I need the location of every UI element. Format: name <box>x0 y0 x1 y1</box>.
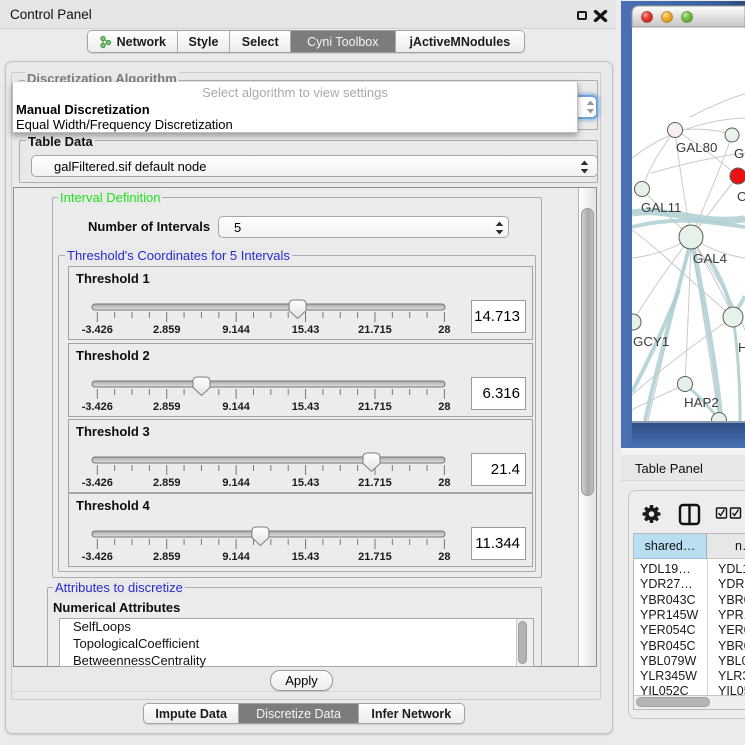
svg-text:2.859: 2.859 <box>153 401 181 413</box>
svg-text:28: 28 <box>438 477 450 489</box>
svg-text:-3.426: -3.426 <box>82 401 113 413</box>
svg-text:15.43: 15.43 <box>292 324 320 336</box>
svg-text:HAP2: HAP2 <box>684 395 719 410</box>
svg-text:9.144: 9.144 <box>222 477 250 489</box>
svg-text:9.144: 9.144 <box>222 551 250 563</box>
svg-text:H: H <box>738 340 745 355</box>
svg-text:21.715: 21.715 <box>358 551 392 563</box>
svg-text:15.43: 15.43 <box>292 551 320 563</box>
svg-text:2.859: 2.859 <box>153 477 181 489</box>
svg-text:21.715: 21.715 <box>358 324 392 336</box>
svg-text:C: C <box>737 189 745 204</box>
svg-text:9.144: 9.144 <box>222 324 250 336</box>
svg-text:2.859: 2.859 <box>153 324 181 336</box>
svg-text:GAL11: GAL11 <box>641 200 681 215</box>
svg-text:21.715: 21.715 <box>358 477 392 489</box>
svg-text:GCY1: GCY1 <box>633 334 669 349</box>
svg-text:-3.426: -3.426 <box>82 324 113 336</box>
svg-text:15.43: 15.43 <box>292 477 320 489</box>
svg-text:-3.426: -3.426 <box>82 477 113 489</box>
svg-text:GAL4: GAL4 <box>693 251 727 266</box>
svg-text:9.144: 9.144 <box>222 401 250 413</box>
svg-text:15.43: 15.43 <box>292 401 320 413</box>
svg-text:21.715: 21.715 <box>358 401 392 413</box>
svg-text:G: G <box>734 146 744 161</box>
svg-text:28: 28 <box>438 551 450 563</box>
svg-text:28: 28 <box>438 324 450 336</box>
svg-text:28: 28 <box>438 401 450 413</box>
svg-text:-3.426: -3.426 <box>82 551 113 563</box>
svg-text:GAL80: GAL80 <box>676 140 717 155</box>
svg-text:2.859: 2.859 <box>153 551 181 563</box>
